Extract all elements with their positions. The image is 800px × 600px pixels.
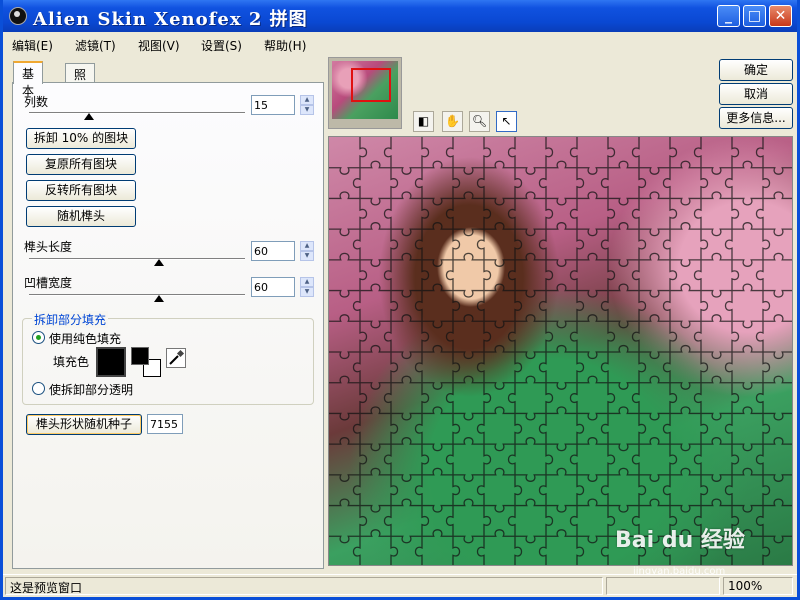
- thumbnail-viewport-box[interactable]: [351, 68, 391, 102]
- solid-fill-label[interactable]: 使用纯色填充: [49, 330, 121, 347]
- title-bar[interactable]: Alien Skin Xenofex 2 拼图 _ □ ✕: [3, 0, 797, 32]
- groove-width-label: 凹槽宽度: [24, 276, 73, 290]
- menu-settings[interactable]: 设置(S): [201, 37, 242, 54]
- tenon-length-slider-thumb[interactable]: [153, 259, 164, 266]
- preview-canvas[interactable]: [328, 136, 793, 566]
- foreground-color-swatch[interactable]: [131, 347, 149, 365]
- status-zoom: 100%: [723, 577, 793, 595]
- columns-spinner[interactable]: ▲ ▼: [300, 95, 314, 115]
- maximize-button[interactable]: □: [743, 5, 766, 27]
- seed-input[interactable]: 7155: [147, 414, 183, 434]
- columns-input[interactable]: 15: [251, 95, 295, 115]
- columns-slider-thumb[interactable]: [84, 113, 95, 120]
- random-seed-button[interactable]: 榫头形状随机种子: [26, 414, 142, 435]
- puzzle-overlay: [329, 137, 792, 565]
- restore-all-button[interactable]: 复原所有图块: [26, 154, 136, 175]
- minimize-button[interactable]: _: [717, 5, 740, 27]
- zoom-icon[interactable]: 🔍︎: [469, 111, 490, 132]
- puzzle-grid-lines: [329, 137, 792, 565]
- menu-filter[interactable]: 滤镜(T): [75, 37, 116, 54]
- menu-view[interactable]: 视图(V): [138, 37, 180, 54]
- columns-slider-track[interactable]: [29, 112, 245, 114]
- ok-button[interactable]: 确定: [719, 59, 793, 81]
- invert-all-button[interactable]: 反转所有图块: [26, 180, 136, 201]
- menu-help[interactable]: 帮助(H): [264, 37, 306, 54]
- tenon-length-slider-track[interactable]: [29, 258, 245, 260]
- pointer-icon[interactable]: ↖: [496, 111, 517, 132]
- random-tenon-button[interactable]: 随机榫头: [26, 206, 136, 227]
- solid-fill-radio[interactable]: [32, 331, 45, 344]
- tab-lighting[interactable]: 照明: [65, 63, 96, 99]
- transparent-fill-radio[interactable]: [32, 382, 45, 395]
- tenon-length-label: 榫头长度: [24, 240, 73, 254]
- status-empty: [606, 577, 720, 595]
- remove-pieces-button[interactable]: 拆卸 10% 的图块: [26, 128, 136, 149]
- menu-edit[interactable]: 编辑(E): [12, 37, 53, 54]
- groove-width-slider-track[interactable]: [29, 294, 245, 296]
- status-bar: 这是预览窗口 100%: [3, 574, 797, 597]
- groove-width-spinner[interactable]: ▲ ▼: [300, 277, 314, 297]
- more-info-button[interactable]: 更多信息...: [719, 107, 793, 129]
- hand-icon[interactable]: ✋: [442, 111, 463, 132]
- preview-toggle-icon[interactable]: ◧: [413, 111, 434, 132]
- watermark-logo: Bai du 经验: [615, 528, 745, 553]
- window-title: Alien Skin Xenofex 2 拼图: [33, 9, 308, 30]
- fill-color-label: 填充色: [53, 355, 90, 369]
- groove-width-input[interactable]: 60: [251, 277, 295, 297]
- menu-bar: 编辑(E) 滤镜(T) 视图(V) 设置(S) 帮助(H): [3, 32, 797, 56]
- fill-group-title: 拆卸部分填充: [32, 311, 109, 328]
- groove-width-slider-thumb[interactable]: [153, 295, 164, 302]
- navigator-thumbnail[interactable]: [328, 57, 402, 129]
- tab-basic[interactable]: 基本: [13, 61, 44, 98]
- app-icon[interactable]: [9, 7, 27, 25]
- tenon-length-spinner[interactable]: ▲ ▼: [300, 241, 314, 261]
- status-message: 这是预览窗口: [5, 577, 603, 595]
- tenon-length-input[interactable]: 60: [251, 241, 295, 261]
- eyedropper-icon[interactable]: [166, 348, 186, 368]
- transparent-fill-label[interactable]: 使拆卸部分透明: [49, 381, 133, 398]
- close-button[interactable]: ✕: [769, 5, 792, 27]
- fill-color-swatch[interactable]: [96, 347, 126, 377]
- app-window: Alien Skin Xenofex 2 拼图 _ □ ✕ 编辑(E) 滤镜(T…: [0, 0, 800, 600]
- cancel-button[interactable]: 取消: [719, 83, 793, 105]
